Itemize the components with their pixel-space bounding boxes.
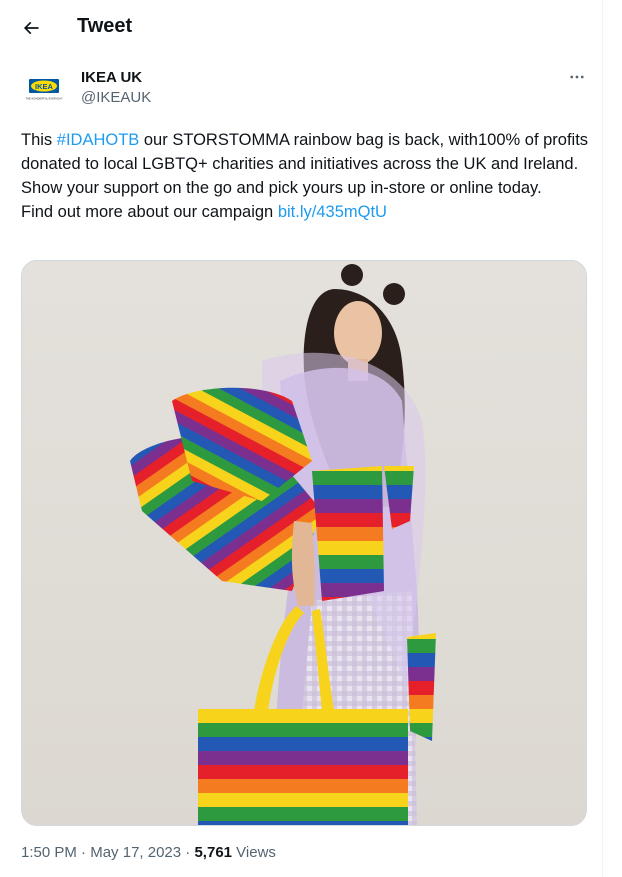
ikea-logo-icon: IKEA THE WONDERFUL EVERYDAY — [21, 66, 67, 112]
tweet-text: This #IDAHOTB our STORSTOMMA rainbow bag… — [21, 128, 591, 224]
back-button[interactable] — [14, 11, 48, 45]
views-label: Views — [232, 844, 276, 861]
meta-separator: · — [76, 844, 91, 861]
tweet-text-part: This — [21, 131, 57, 149]
rainbow-bags-photo — [22, 261, 586, 825]
author-name[interactable]: IKEA UK — [81, 68, 142, 87]
arrow-left-icon — [23, 21, 39, 35]
tweet-meta: 1:50 PM · May 17, 2023 · 5,761 Views — [21, 843, 276, 863]
more-horizontal-icon — [570, 75, 584, 79]
views-count: 5,761 — [194, 844, 233, 861]
svg-text:IKEA: IKEA — [35, 82, 54, 91]
hashtag-link[interactable]: #IDAHOTB — [57, 131, 140, 149]
tweet-time[interactable]: 1:50 PM — [21, 844, 77, 861]
tweet-date[interactable]: May 17, 2023 — [90, 844, 181, 861]
campaign-link[interactable]: bit.ly/435mQtU — [278, 203, 387, 221]
tweet-text-part: Find out more about our campaign — [21, 203, 278, 221]
avatar[interactable]: IKEA THE WONDERFUL EVERYDAY — [21, 66, 67, 112]
more-button[interactable] — [563, 66, 591, 88]
meta-separator: · — [181, 844, 195, 861]
page-title: Tweet — [77, 15, 133, 37]
page-header: Tweet — [0, 0, 602, 53]
column-border — [602, 0, 603, 877]
author-handle[interactable]: @IKEAUK — [81, 88, 151, 107]
tweet-photo[interactable] — [21, 260, 587, 826]
tweet-author: IKEA THE WONDERFUL EVERYDAY IKEA UK @IKE… — [0, 62, 602, 112]
svg-text:THE WONDERFUL EVERYDAY: THE WONDERFUL EVERYDAY — [25, 97, 62, 101]
